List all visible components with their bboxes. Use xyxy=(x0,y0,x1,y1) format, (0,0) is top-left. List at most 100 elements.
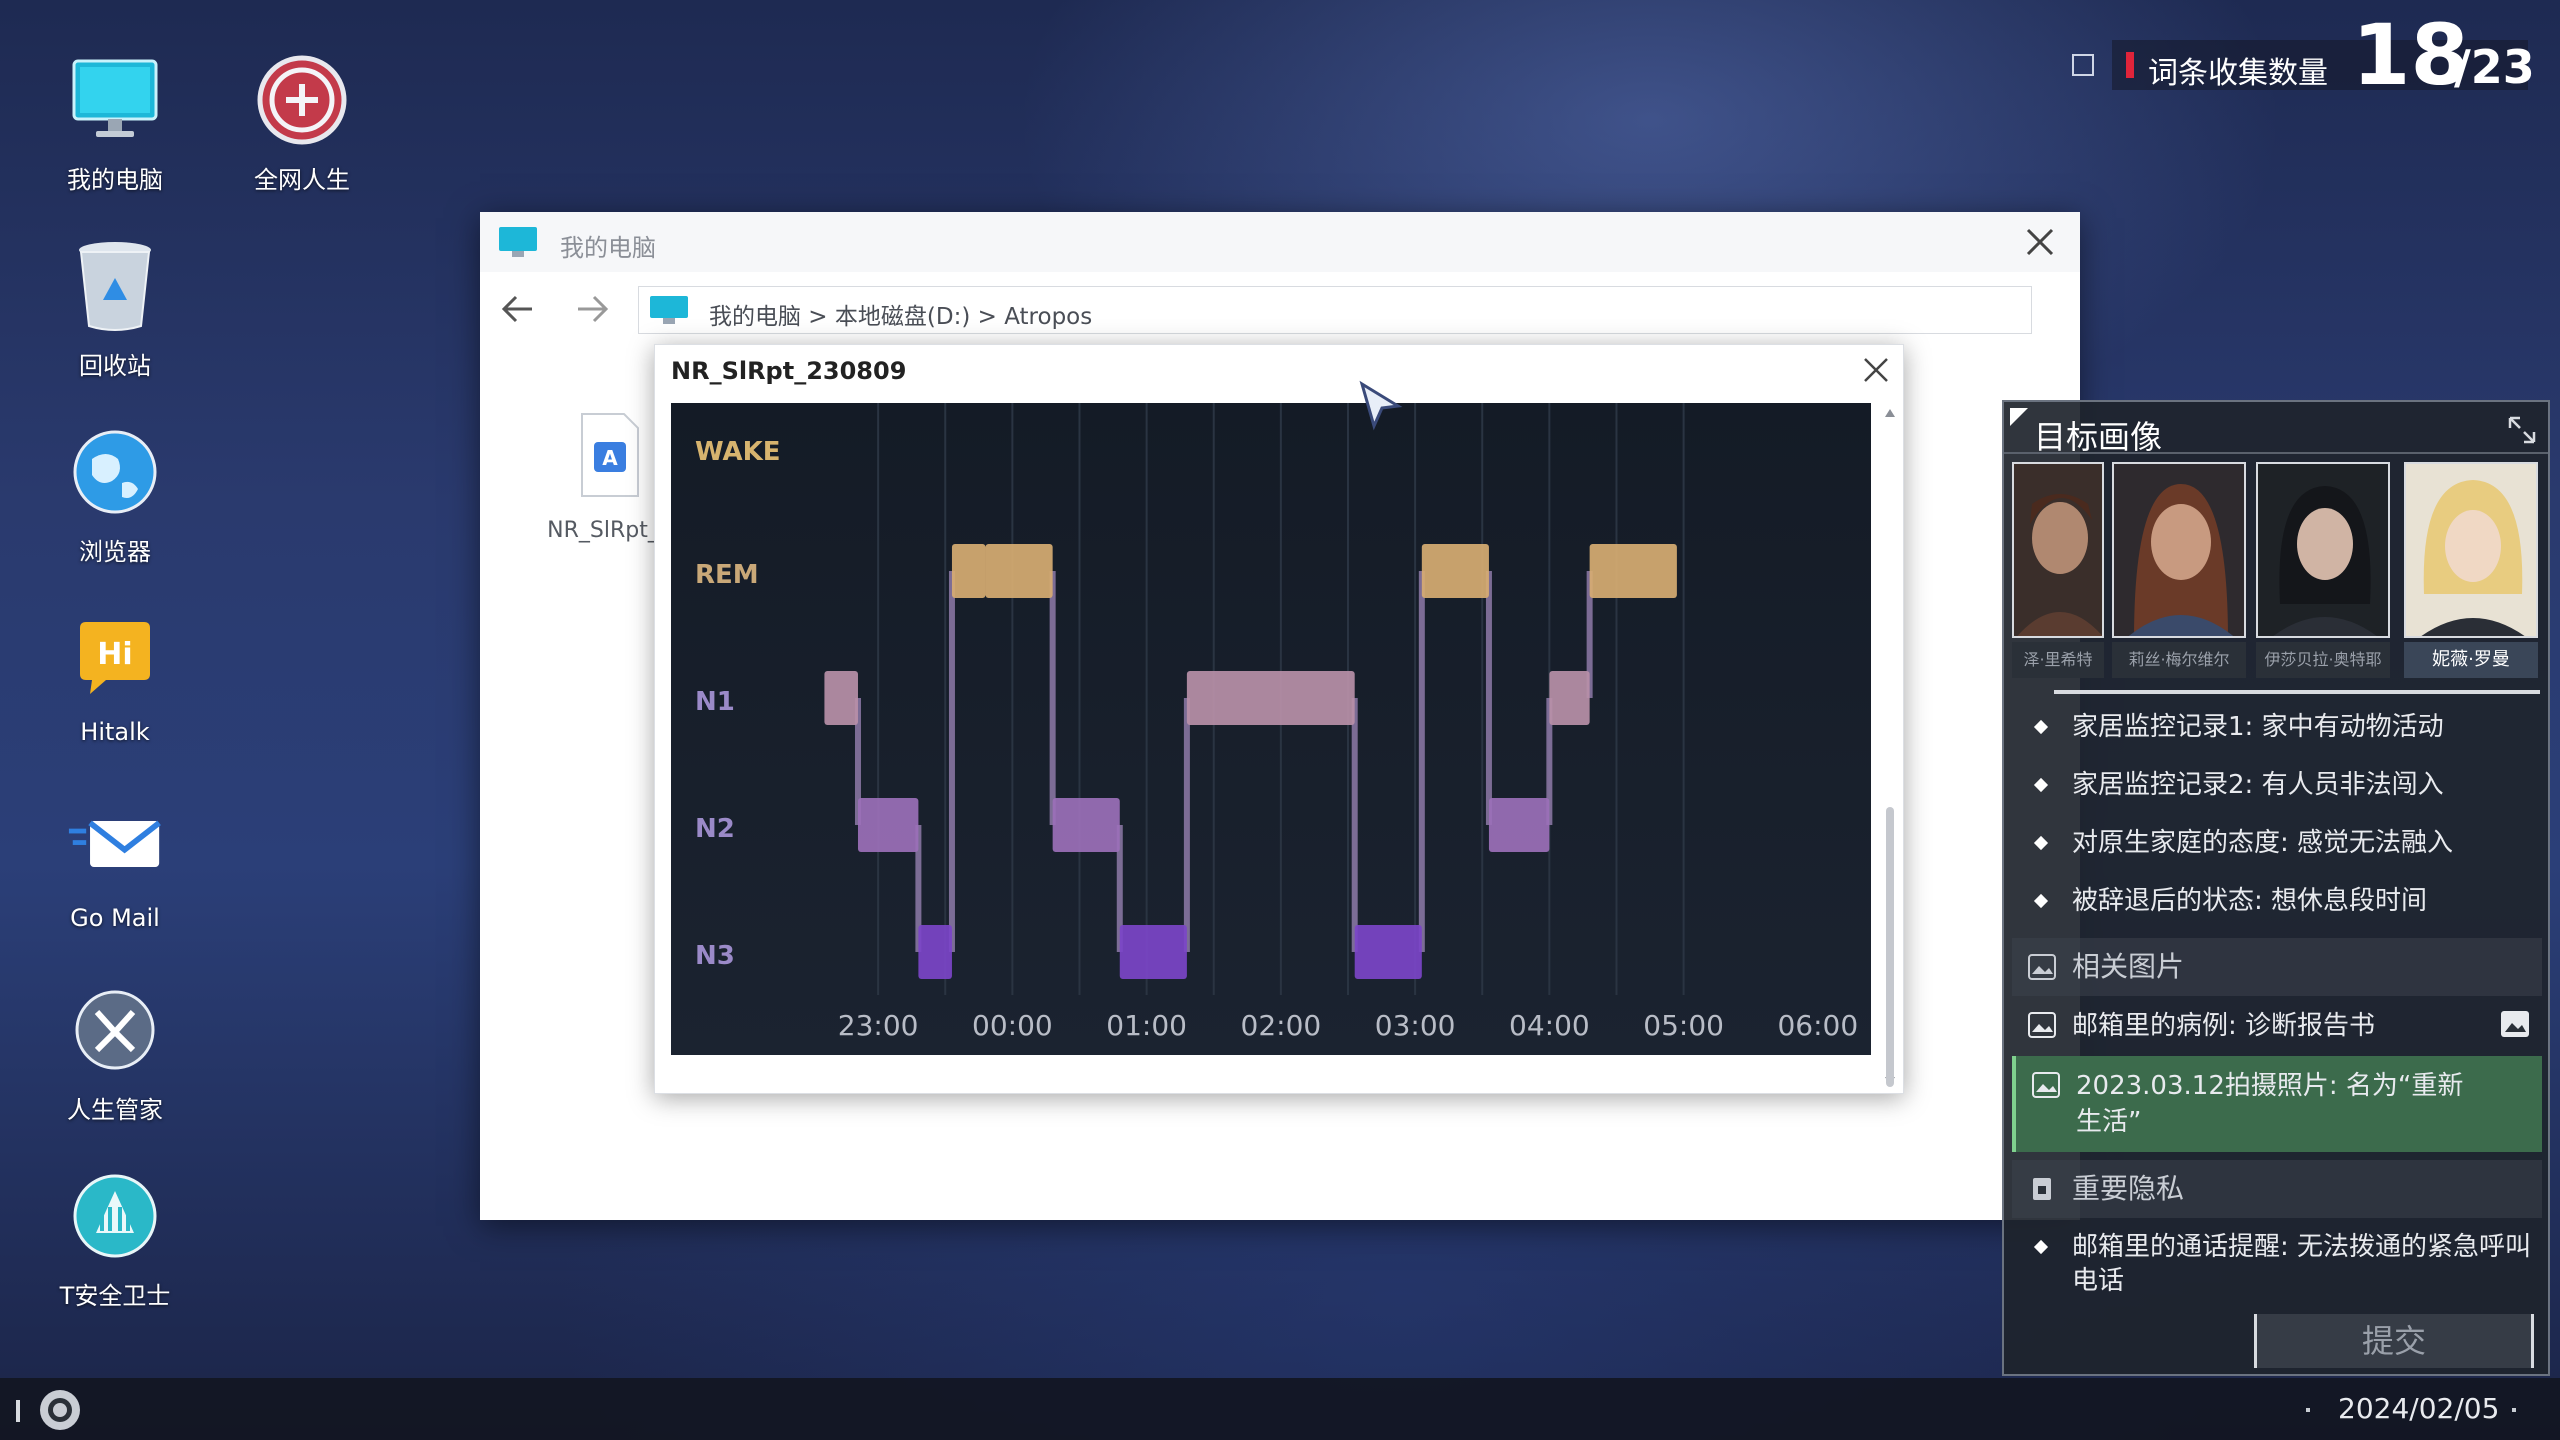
portrait-name: 莉丝·梅尔维尔 xyxy=(2112,642,2246,678)
viewer-title: NR_SlRpt_230809 xyxy=(671,357,907,385)
diamond-bullet-icon xyxy=(2033,719,2049,735)
viewer-scrollbar[interactable] xyxy=(1883,407,1897,1087)
x-tick-label: 03:00 xyxy=(1375,1009,1456,1042)
view-image-icon[interactable] xyxy=(2500,1010,2530,1038)
sleep-stage-segment xyxy=(1052,798,1120,852)
profile-entry[interactable]: 家居监控记录1: 家中有动物活动 xyxy=(2012,698,2542,756)
profile-entry[interactable]: 家居监控记录2: 有人员非法闯入 xyxy=(2012,756,2542,814)
mail-icon xyxy=(67,796,163,892)
sleep-stage-segment xyxy=(1354,925,1422,979)
close-icon[interactable] xyxy=(1861,355,1891,385)
forward-arrow-icon[interactable] xyxy=(576,294,610,324)
sleep-stage-segment xyxy=(1488,798,1550,852)
portrait-strip: 泽·里希特 莉丝·梅尔维尔 伊莎贝拉·奥特耶 妮薇·罗曼 xyxy=(2012,462,2540,680)
x-tick-label: 23:00 xyxy=(838,1009,919,1042)
image-entry[interactable]: 邮箱里的病例: 诊断报告书 xyxy=(2012,996,2542,1056)
section-related-images: 相关图片 xyxy=(2012,938,2542,996)
scrollbar-thumb[interactable] xyxy=(1886,807,1894,1087)
explorer-navbar: 我的电脑 > 本地磁盘(D:) > Atropos xyxy=(480,272,2080,346)
desktop-icon-hitalk[interactable]: Hi Hitalk xyxy=(35,610,195,746)
diamond-bullet-icon xyxy=(2033,1239,2049,1255)
svg-text:A: A xyxy=(602,446,618,470)
desktop-icon-life-manager[interactable]: 人生管家 xyxy=(35,982,195,1125)
desktop-icon-browser[interactable]: 浏览器 xyxy=(35,424,195,567)
desktop-icon-recycle-bin[interactable]: 回收站 xyxy=(35,238,195,381)
portrait-selection-rule xyxy=(2054,690,2540,694)
address-path: 我的电脑 > 本地磁盘(D:) > Atropos xyxy=(709,304,1093,330)
sleep-stage-segment xyxy=(918,925,952,979)
life-manager-icon xyxy=(67,982,163,1078)
stage-label: N1 xyxy=(695,687,735,717)
hitalk-chat-icon: Hi xyxy=(67,610,163,706)
portrait-card[interactable]: 泽·里希特 xyxy=(2012,462,2104,680)
counter-label: 词条收集数量 xyxy=(2148,56,2328,91)
mouse-cursor-icon xyxy=(1359,380,1403,431)
stage-label: WAKE xyxy=(695,437,781,467)
target-profile-panel: 目标画像 泽·里希特 莉丝·梅尔维尔 伊莎贝拉·奥特耶 妮薇·罗曼 家居监控记录… xyxy=(2002,400,2550,1376)
stage-transition xyxy=(1418,571,1425,952)
image-icon xyxy=(2032,1072,2060,1098)
image-icon xyxy=(2028,954,2056,980)
desktop-icon-quanwang[interactable]: 全网人生 xyxy=(222,52,382,195)
sleep-stage-segment xyxy=(1186,671,1355,725)
address-bar[interactable]: 我的电脑 > 本地磁盘(D:) > Atropos xyxy=(638,286,2032,334)
image-entry-highlighted[interactable]: 2023.03.12拍摄照片: 名为“重新生活” xyxy=(2012,1056,2542,1152)
panel-corner-marker xyxy=(2010,408,2028,426)
collection-checkbox[interactable] xyxy=(2072,54,2094,76)
gear-icon[interactable] xyxy=(36,1386,84,1434)
sleep-stage-segment xyxy=(1549,671,1590,725)
portrait-image xyxy=(2404,462,2538,638)
entry-collection-counter: 词条收集数量 18 /23 xyxy=(2112,6,2535,104)
explorer-titlebar[interactable]: 我的电脑 xyxy=(480,212,2080,273)
stage-transition xyxy=(1049,571,1056,825)
globe-icon xyxy=(67,424,163,520)
sleep-stage-segment xyxy=(1421,544,1489,598)
diamond-bullet-icon xyxy=(2033,777,2049,793)
portrait-name: 伊莎贝拉·奥特耶 xyxy=(2256,642,2390,678)
back-arrow-icon[interactable] xyxy=(500,294,534,324)
profile-entry-list: 家居监控记录1: 家中有动物活动 家居监控记录2: 有人员非法闯入 对原生家庭的… xyxy=(2012,698,2542,1310)
sleep-stage-segment xyxy=(1589,544,1677,598)
x-tick-label: 04:00 xyxy=(1509,1009,1590,1042)
taskbar-dot xyxy=(2512,1408,2516,1412)
profile-entry[interactable]: 被辞退后的状态: 想休息段时间 xyxy=(2012,872,2542,930)
explorer-title: 我的电脑 xyxy=(560,234,656,262)
portrait-image xyxy=(2012,462,2104,638)
panel-separator xyxy=(2004,452,2548,454)
sleep-hypnogram-chart: WAKE REM N1 N2 N3 23:00 00:00 01:00 02:00 03:00 04… xyxy=(671,403,1871,1055)
sleep-stage-segment xyxy=(824,671,858,725)
desktop-icon-my-computer[interactable]: 我的电脑 xyxy=(35,52,195,195)
monitor-icon xyxy=(67,52,163,148)
stage-label: N2 xyxy=(695,814,735,844)
stage-transition xyxy=(1351,698,1358,952)
submit-button[interactable]: 提交 xyxy=(2254,1314,2534,1368)
x-tick-label: 05:00 xyxy=(1643,1009,1724,1042)
profile-entry[interactable]: 对原生家庭的态度: 感觉无法融入 xyxy=(2012,814,2542,872)
stage-transition xyxy=(1485,571,1492,825)
sleep-stage-segment xyxy=(985,544,1053,598)
recycle-bin-icon xyxy=(67,238,163,334)
close-icon[interactable] xyxy=(2022,224,2058,260)
counter-total: /23 xyxy=(2454,40,2535,94)
portrait-card[interactable]: 莉丝·梅尔维尔 xyxy=(2112,462,2246,680)
x-tick-label: 06:00 xyxy=(1777,1009,1858,1042)
document-file-icon: A xyxy=(581,413,639,497)
monitor-icon xyxy=(650,296,688,324)
stage-label: N3 xyxy=(695,941,735,971)
portrait-card-selected[interactable]: 妮薇·罗曼 xyxy=(2404,462,2538,680)
counter-current: 18 xyxy=(2352,6,2469,104)
desktop-icon-go-mail[interactable]: Go Mail xyxy=(35,796,195,932)
image-viewer-window: NR_SlRpt_230809 WAKE REM N1 N2 N3 23:00 00:00 0… xyxy=(654,344,1904,1094)
sleep-stage-segment xyxy=(1119,925,1187,979)
privacy-entry[interactable]: 邮箱里的通话提醒: 无法拨通的紧急呼叫电话 xyxy=(2012,1218,2542,1310)
section-important-privacy: 重要隐私 xyxy=(2012,1160,2542,1218)
portrait-card[interactable]: 伊莎贝拉·奥特耶 xyxy=(2256,462,2390,680)
desktop-icon-security-guard[interactable]: T安全卫士 xyxy=(35,1168,195,1311)
security-guard-icon xyxy=(67,1168,163,1264)
sleep-stage-segment xyxy=(857,798,919,852)
stage-transition xyxy=(1183,698,1190,952)
taskbar-marker xyxy=(16,1400,20,1422)
counter-accent-bar xyxy=(2126,52,2134,78)
expand-icon[interactable] xyxy=(2506,414,2538,446)
sleep-stage-segment xyxy=(951,544,986,598)
